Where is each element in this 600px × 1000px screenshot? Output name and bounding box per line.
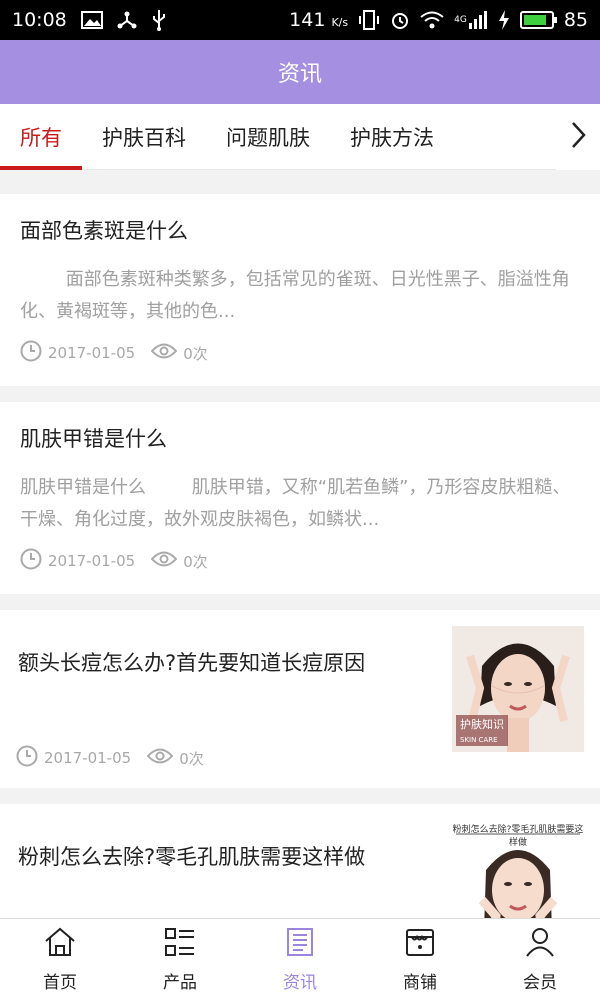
battery-icon [519, 11, 557, 29]
article-date: 2017-01-05 [44, 749, 132, 767]
eye-icon [146, 747, 174, 769]
page-title: 资讯 [277, 62, 322, 87]
tabs-scroll-right-button[interactable] [556, 104, 600, 170]
nav-member[interactable]: 会员 [480, 919, 600, 1000]
share-network-icon [117, 10, 137, 30]
article-title: 额头长痘怎么办?首先要知道长痘原因 [18, 651, 366, 675]
cellular-signal-icon: 4G [454, 11, 488, 29]
category-tab-bar: 所有 护肤百科 问题肌肤 护肤方法 [0, 104, 600, 170]
battery-percent: 85 [563, 9, 588, 31]
product-list-icon [164, 927, 196, 962]
article-title: 肌肤甲错是什么 [20, 427, 167, 451]
article-views: 0次 [179, 749, 204, 768]
news-card[interactable]: 额头长痘怎么办?首先要知道长痘原因 2017-01-05 0次 护肤知识 SKI… [0, 610, 600, 788]
article-thumbnail[interactable]: 粉刺怎么去除?零毛孔肌肤需要这样做 [452, 820, 584, 918]
nav-store[interactable]: 商铺 [360, 919, 480, 1000]
news-card[interactable]: 肌肤甲错是什么 肌肤甲错是什么 肌肤甲错，又称“肌若鱼鳞”，乃形容皮肤粗糙、干燥… [0, 402, 600, 594]
article-views: 0次 [183, 552, 208, 571]
tab-problem-skin[interactable]: 问题肌肤 [206, 104, 330, 170]
store-icon [404, 927, 436, 962]
thumbnail-label: 护肤知识 SKIN CARE [456, 715, 508, 746]
article-views: 0次 [183, 344, 208, 363]
nav-label: 会员 [523, 972, 557, 993]
article-date: 2017-01-05 [48, 552, 136, 570]
article-title: 粉刺怎么去除?零毛孔肌肤需要这样做 [18, 845, 366, 869]
app-header: 资讯 [0, 40, 600, 104]
nav-label: 首页 [43, 972, 77, 993]
nav-label: 商铺 [403, 972, 437, 993]
status-bar: 10:08 141 K/s 4G 85 [0, 0, 600, 40]
chevron-right-icon [570, 121, 586, 153]
tab-label: 问题肌肤 [226, 125, 310, 150]
nav-label: 产品 [163, 972, 197, 993]
alarm-icon [390, 10, 410, 30]
tab-label: 护肤百科 [102, 125, 186, 150]
charging-icon [498, 10, 510, 30]
news-card[interactable]: 粉刺怎么去除?零毛孔肌肤需要这样做 2017-01-05 0次 [0, 804, 600, 918]
thumbnail-caption: 粉刺怎么去除?零毛孔肌肤需要这样做 [452, 825, 584, 848]
tab-label: 护肤方法 [350, 125, 434, 150]
eye-icon [150, 550, 178, 572]
nav-home[interactable]: 首页 [0, 919, 120, 1000]
article-title: 面部色素斑是什么 [20, 219, 188, 243]
article-thumbnail[interactable]: 护肤知识 SKIN CARE [452, 626, 584, 752]
clock-icon [16, 745, 38, 771]
gallery-icon [80, 11, 103, 29]
eye-icon [150, 342, 178, 364]
tab-skincare-encyclopedia[interactable]: 护肤百科 [82, 104, 206, 170]
article-summary: 面部色素斑种类繁多，包括常见的雀斑、日光性黑子、脂溢性角化、黄褐斑等，其他的色.… [20, 269, 570, 322]
tab-skincare-methods[interactable]: 护肤方法 [330, 104, 454, 170]
vibrate-icon [358, 10, 380, 30]
network-speed: 141 K/s [289, 9, 349, 31]
status-time: 10:08 [12, 9, 67, 31]
tab-all[interactable]: 所有 [0, 104, 82, 170]
article-date: 2017-01-05 [48, 344, 136, 362]
news-icon [284, 927, 316, 962]
nav-products[interactable]: 产品 [120, 919, 240, 1000]
clock-icon [20, 340, 42, 366]
home-icon [44, 927, 76, 962]
member-icon [524, 927, 556, 962]
clock-icon [20, 548, 42, 574]
article-summary: 肌肤甲错是什么 肌肤甲错，又称“肌若鱼鳞”，乃形容皮肤粗糙、干燥、角化过度，故外… [20, 477, 571, 530]
wifi-icon [420, 11, 444, 29]
news-list: 面部色素斑是什么 面部色素斑种类繁多，包括常见的雀斑、日光性黑子、脂溢性角化、黄… [0, 194, 600, 918]
usb-icon [151, 9, 167, 31]
news-card[interactable]: 面部色素斑是什么 面部色素斑种类繁多，包括常见的雀斑、日光性黑子、脂溢性角化、黄… [0, 194, 600, 386]
nav-label: 资讯 [283, 972, 317, 993]
bottom-nav: 首页 产品 资讯 商铺 会员 [0, 918, 600, 1000]
nav-news[interactable]: 资讯 [240, 919, 360, 1000]
tab-label: 所有 [20, 125, 62, 150]
